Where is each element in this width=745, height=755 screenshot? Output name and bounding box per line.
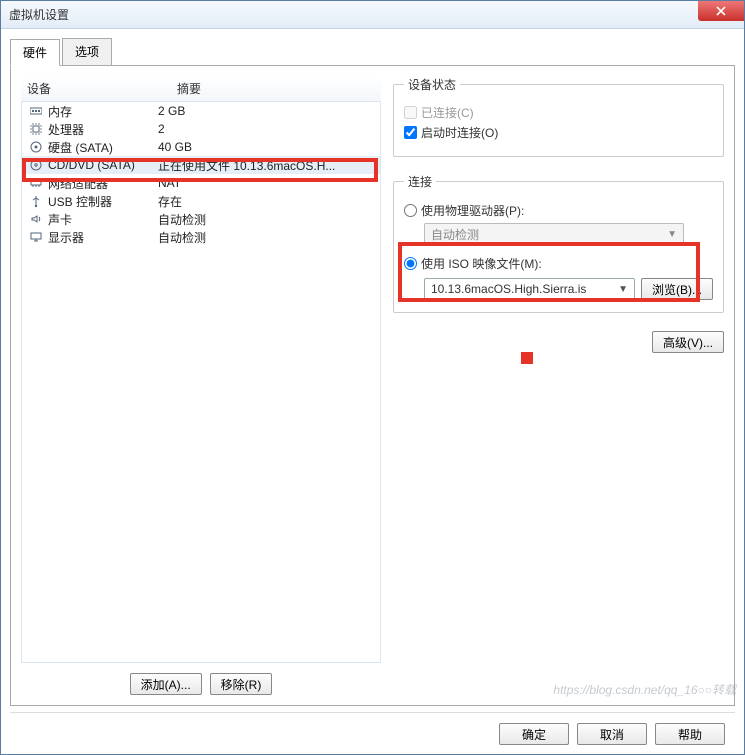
connected-checkbox	[404, 106, 417, 119]
tab-hardware[interactable]: 硬件	[10, 39, 60, 66]
use-physical-radio-row[interactable]: 使用物理驱动器(P):	[404, 202, 713, 219]
hardware-buttons: 添加(A)... 移除(R)	[21, 663, 381, 695]
hardware-list: 内存 2 GB 处理器 2 硬盘 (SATA) 40 GB CD/DVD (SA…	[21, 102, 381, 663]
connected-label: 已连接(C)	[421, 104, 474, 121]
hw-row-network[interactable]: 网络适配器 NAT	[22, 174, 380, 192]
hw-row-display[interactable]: 显示器 自动检测	[22, 228, 380, 246]
connection-group: 连接 使用物理驱动器(P): 自动检测 ▼ 使用 ISO 映像文件(M):	[393, 173, 724, 313]
browse-button[interactable]: 浏览(B)...	[641, 278, 713, 300]
disk-icon	[28, 140, 44, 154]
connected-checkbox-row[interactable]: 已连接(C)	[404, 104, 713, 121]
detail-pane: 设备状态 已连接(C) 启动时连接(O) 连接 使用物理驱动器(P):	[393, 76, 724, 695]
close-icon	[716, 6, 726, 16]
hw-row-cddvd[interactable]: CD/DVD (SATA) 正在使用文件 10.13.6macOS.H...	[22, 156, 380, 174]
memory-icon	[28, 104, 44, 118]
connect-on-start-row[interactable]: 启动时连接(O)	[404, 124, 713, 141]
hardware-list-header: 设备 摘要	[21, 76, 381, 102]
window-title: 虚拟机设置	[9, 6, 69, 23]
device-status-group: 设备状态 已连接(C) 启动时连接(O)	[393, 76, 724, 157]
hw-row-memory[interactable]: 内存 2 GB	[22, 102, 380, 120]
use-iso-label: 使用 ISO 映像文件(M):	[421, 255, 542, 272]
connect-on-start-label: 启动时连接(O)	[421, 124, 498, 141]
cd-icon	[28, 158, 44, 172]
connect-on-start-checkbox[interactable]	[404, 126, 417, 139]
vm-settings-window: 虚拟机设置 硬件 选项 设备 摘要 内存 2 GB	[0, 0, 745, 755]
use-iso-radio-row[interactable]: 使用 ISO 映像文件(M):	[404, 255, 713, 272]
cancel-button[interactable]: 取消	[577, 723, 647, 745]
physical-drive-value: 自动检测	[431, 226, 479, 243]
watermark-text: https://blog.csdn.net/qq_16○○转载	[553, 681, 736, 698]
connection-legend: 连接	[404, 173, 436, 190]
tabs: 硬件 选项	[10, 38, 735, 66]
hw-row-usb[interactable]: USB 控制器 存在	[22, 192, 380, 210]
net-icon	[28, 176, 44, 190]
hw-row-sound[interactable]: 声卡 自动检测	[22, 210, 380, 228]
hardware-pane: 设备 摘要 内存 2 GB 处理器 2 硬盘 (SATA) 40 GB	[21, 76, 381, 695]
remove-hardware-button[interactable]: 移除(R)	[210, 673, 273, 695]
use-physical-label: 使用物理驱动器(P):	[421, 202, 524, 219]
help-button[interactable]: 帮助	[655, 723, 725, 745]
display-icon	[28, 230, 44, 244]
iso-path-value: 10.13.6macOS.High.Sierra.is	[431, 282, 586, 296]
add-hardware-button[interactable]: 添加(A)...	[130, 673, 202, 695]
device-status-legend: 设备状态	[404, 76, 460, 93]
chevron-down-icon[interactable]: ▼	[618, 284, 628, 295]
physical-drive-select: 自动检测 ▼	[424, 223, 684, 245]
annotation-marker	[521, 352, 533, 364]
cpu-icon	[28, 122, 44, 136]
titlebar: 虚拟机设置	[1, 1, 744, 29]
close-button[interactable]	[698, 1, 744, 21]
hw-row-cpu[interactable]: 处理器 2	[22, 120, 380, 138]
chevron-down-icon: ▼	[667, 229, 677, 240]
ok-button[interactable]: 确定	[499, 723, 569, 745]
sound-icon	[28, 212, 44, 226]
iso-path-combobox[interactable]: 10.13.6macOS.High.Sierra.is ▼	[424, 278, 635, 300]
tab-options[interactable]: 选项	[62, 38, 112, 65]
hw-row-disk[interactable]: 硬盘 (SATA) 40 GB	[22, 138, 380, 156]
use-physical-radio[interactable]	[404, 204, 417, 217]
usb-icon	[28, 194, 44, 208]
col-device: 设备	[27, 80, 177, 97]
col-summary: 摘要	[177, 80, 201, 97]
use-iso-radio[interactable]	[404, 257, 417, 270]
dialog-footer: 确定 取消 帮助	[10, 712, 735, 745]
advanced-button[interactable]: 高级(V)...	[652, 331, 724, 353]
